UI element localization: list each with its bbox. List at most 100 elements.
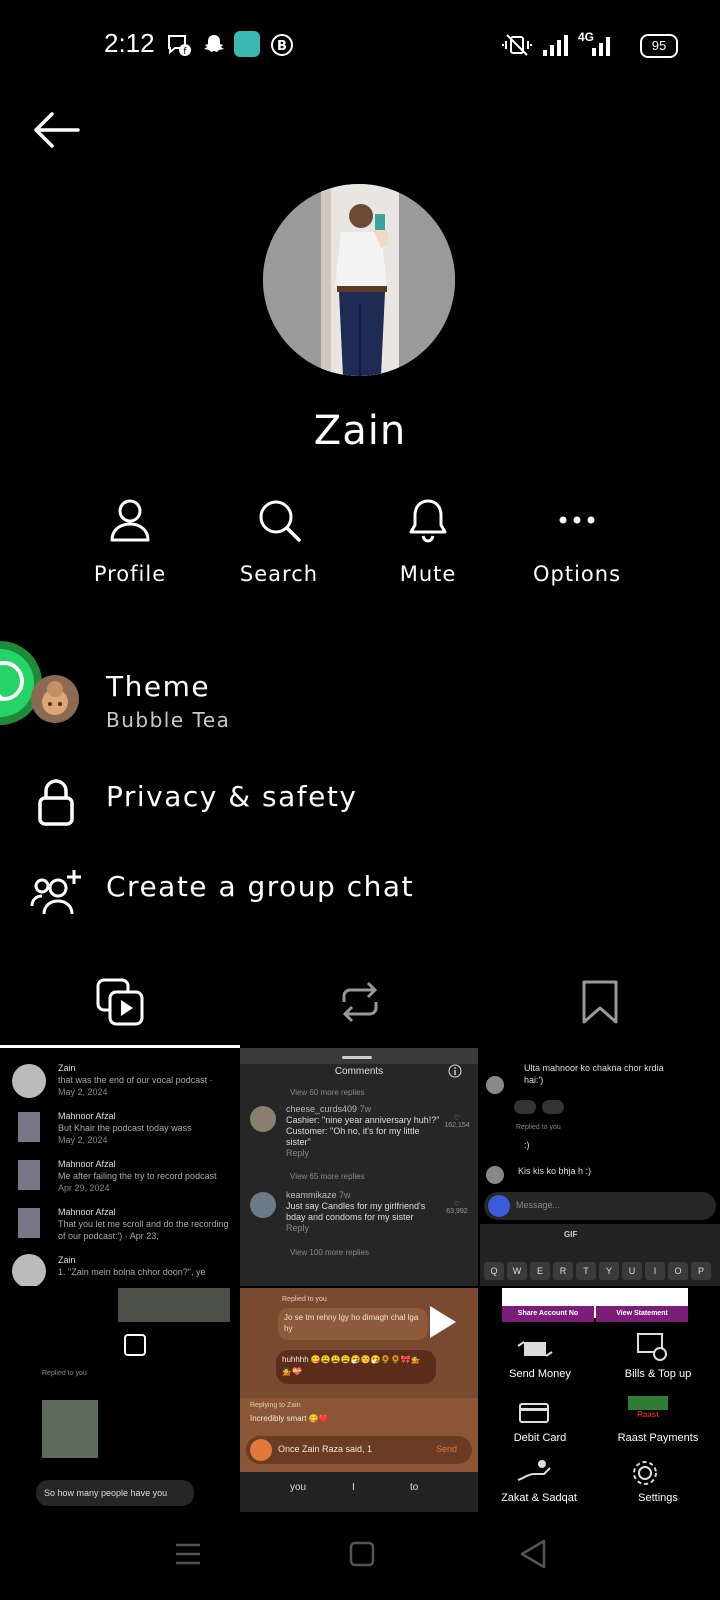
share-account-button: Share Account No — [502, 1306, 594, 1322]
message-input: Once Zain Raza said, 1 — [278, 1444, 373, 1454]
media-tabs — [0, 952, 720, 1048]
info-icon — [448, 1064, 462, 1078]
avatar — [250, 1192, 276, 1218]
theme-row[interactable]: Theme Bubble Tea — [0, 641, 720, 750]
theme-subtitle: Bubble Tea — [106, 708, 231, 732]
b-circle-icon: B — [271, 34, 293, 56]
chat-message: Jo se tm rehny lgy ho dimagh chal lga hy — [278, 1308, 428, 1340]
lock-icon — [38, 779, 74, 826]
system-nav-bar — [0, 1512, 720, 1600]
tab-media[interactable] — [0, 952, 240, 1048]
more-icon — [559, 516, 595, 524]
result-name: Zain — [58, 1063, 76, 1073]
person-icon — [110, 499, 150, 542]
privacy-label: Privacy & safety — [106, 780, 358, 813]
result-date: Apr 29, 2024 — [58, 1183, 110, 1193]
tab-reposts[interactable] — [240, 952, 480, 1048]
debit-card-label: Debit Card — [513, 1432, 567, 1444]
like-count: 63,992 — [446, 1208, 468, 1215]
status-time: 2:12 — [104, 28, 155, 58]
media-thumb-3[interactable]: Ulta mahnoor ko chakna chor krdia hai:')… — [480, 1048, 720, 1286]
bills-topup-label: Bills & Top up — [624, 1368, 692, 1380]
result-name: Zain — [58, 1255, 76, 1265]
chat-message: :) — [524, 1140, 530, 1150]
search-icon — [259, 500, 301, 542]
avatar — [18, 1160, 40, 1190]
key: O — [668, 1262, 688, 1280]
signal-4g-icon — [592, 37, 610, 56]
bubble-tea-icon — [31, 675, 79, 723]
suggestion: to — [410, 1482, 419, 1493]
group-chat-label: Create a group chat — [106, 870, 414, 903]
contact-name: Zain — [313, 408, 407, 454]
create-group-chat-row[interactable]: Create a group chat — [0, 862, 720, 932]
avatar — [12, 1064, 46, 1098]
raast-logo — [628, 1396, 668, 1410]
comment-user: keammikaze — [286, 1190, 337, 1200]
like-count: 162,154 — [444, 1122, 470, 1129]
reply-link: Reply — [286, 1148, 310, 1158]
tab-saved[interactable] — [480, 952, 720, 1048]
settings-gear-icon — [633, 1461, 657, 1485]
media-grid: Zain that was the end of our vocal podca… — [0, 1048, 720, 1512]
result-text: But Khair the podcast today wass — [58, 1123, 192, 1133]
chat-message: So how many people have you — [36, 1480, 194, 1506]
mute-button[interactable]: Mute — [358, 496, 498, 586]
replying-label: Replying to Zain — [250, 1402, 301, 1409]
suggestion: you — [290, 1482, 307, 1493]
result-name: Mahnoor Afzal — [58, 1111, 116, 1121]
result-text: that was the end of our vocal podcast · — [58, 1075, 213, 1085]
avatar-photo — [263, 184, 455, 376]
reply-preview-image — [42, 1400, 98, 1458]
message-composer: Once Zain Raza said, 1 Send — [246, 1436, 472, 1464]
key: E — [530, 1262, 550, 1280]
avatar — [12, 1254, 46, 1286]
status-bar: 2:12 f B 4G 95 — [0, 0, 720, 90]
media-thumb-2[interactable]: Comments View 60 more replies cheese_cur… — [240, 1048, 478, 1286]
raast-text: Raast — [637, 1410, 659, 1419]
avatar — [18, 1112, 40, 1142]
media-thumb-6[interactable]: Share Account No View Statement Send Mon… — [480, 1288, 720, 1512]
profile-button[interactable]: Profile — [60, 496, 200, 586]
media-thumb-1[interactable]: Zain that was the end of our vocal podca… — [0, 1048, 238, 1286]
app-icon — [234, 31, 260, 57]
options-button[interactable]: Options — [507, 496, 647, 586]
messenger-icon: f — [168, 35, 191, 57]
view-replies: View 100 more replies — [290, 1248, 370, 1257]
suggestion: I — [352, 1482, 355, 1493]
avatar[interactable] — [263, 184, 455, 376]
result-text: 1. "Zain mein bolna chhor doon?", ye — [58, 1267, 206, 1277]
vibrate-mute-icon — [502, 34, 532, 56]
search-button[interactable]: Search — [209, 496, 349, 586]
svg-text:B: B — [277, 39, 287, 54]
media-thumb-4[interactable]: Replied to you So how many people have y… — [0, 1288, 238, 1512]
snapchat-icon — [204, 35, 224, 52]
result-name: Mahnoor Afzal — [58, 1207, 116, 1217]
key: Q — [484, 1262, 504, 1280]
play-icon[interactable] — [420, 1302, 460, 1342]
send-button: Send — [436, 1444, 458, 1454]
back-nav-icon[interactable] — [518, 1538, 548, 1570]
keyboard: GIF Q W E R T Y U I O P — [480, 1224, 720, 1286]
repost-icon — [342, 981, 378, 1023]
keyboard-suggestions: you I to — [240, 1472, 478, 1512]
raast-payments-label: Raast Payments — [617, 1432, 699, 1444]
replied-label: Replied to you — [42, 1370, 87, 1377]
menu-icon[interactable] — [174, 1540, 202, 1568]
bookmark-icon — [582, 980, 618, 1024]
view-replies: View 60 more replies — [290, 1088, 365, 1097]
result-text: That you let me scroll and do the record… — [58, 1219, 229, 1241]
result-text: Me after failing the try to record podca… — [58, 1171, 217, 1181]
reply-link: Reply — [286, 1223, 310, 1233]
options-label: Options — [532, 562, 622, 586]
zakat-label: Zakat & Sadqat — [501, 1492, 577, 1504]
media-thumb-5[interactable]: Replied to you Jo se tm rehny lgy ho dim… — [240, 1288, 478, 1512]
signal-icon — [543, 35, 568, 56]
result-date: May 2, 2024 — [58, 1135, 108, 1145]
privacy-safety-row[interactable]: Privacy & safety — [0, 772, 720, 842]
key: T — [576, 1262, 596, 1280]
comments-title: Comments — [334, 1066, 384, 1077]
home-icon[interactable] — [348, 1540, 376, 1568]
back-arrow-icon[interactable] — [30, 108, 84, 152]
debit-card-icon — [519, 1403, 549, 1423]
